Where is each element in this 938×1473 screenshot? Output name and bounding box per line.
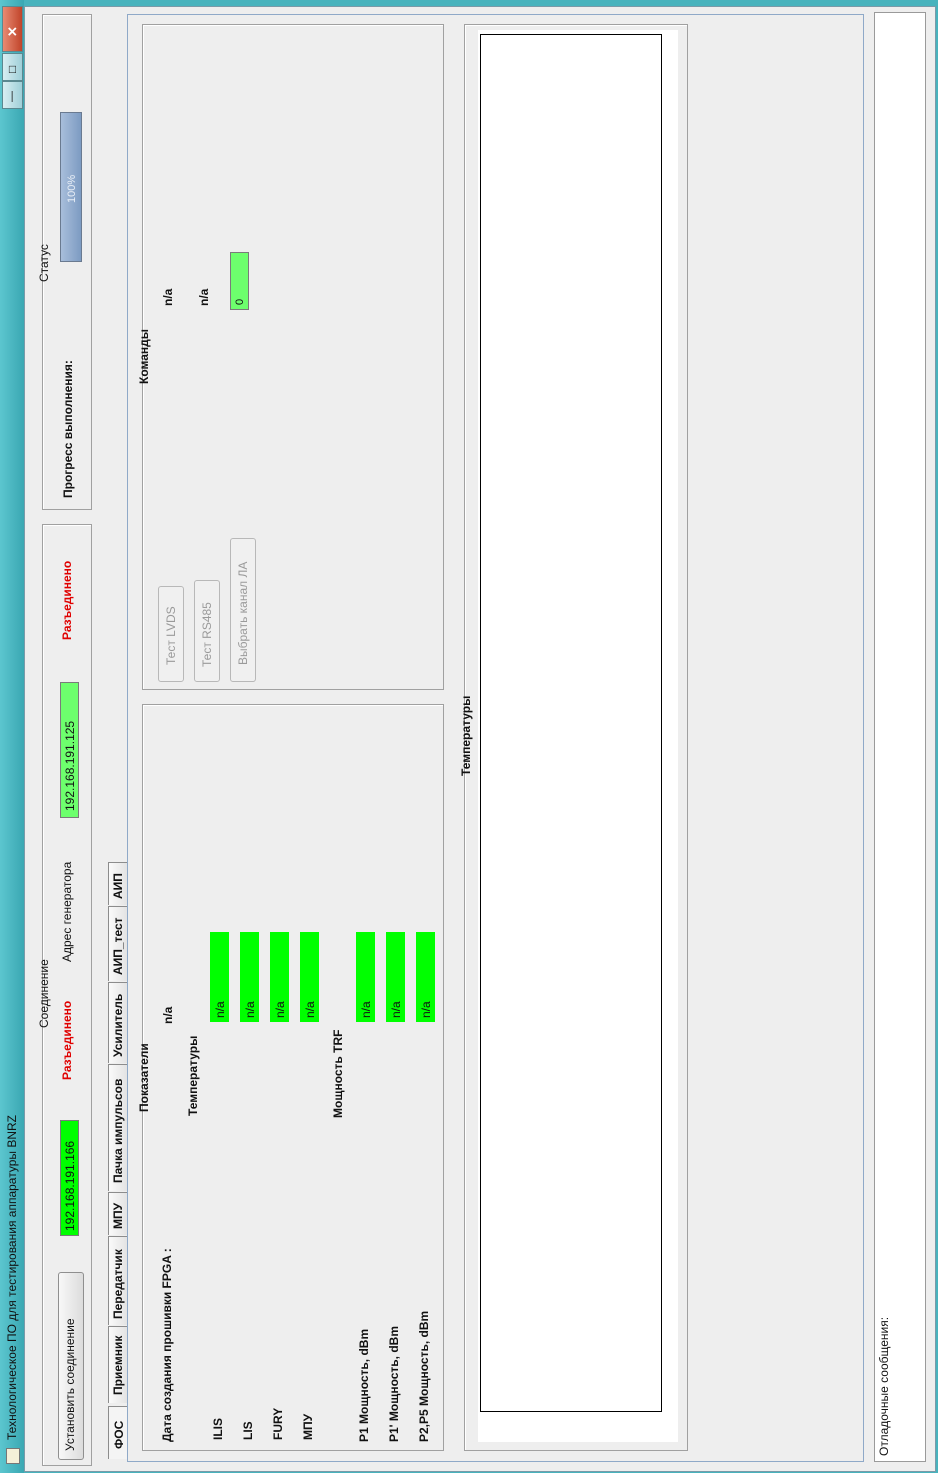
temp-value-lis: n/a: [240, 932, 259, 1022]
fpga-value: n/a: [161, 1006, 175, 1024]
tab-pulse-pack[interactable]: Пачка импульсов: [108, 1064, 129, 1191]
power-value-p1: n/a: [356, 932, 375, 1022]
tab-fos-label: ФОС: [112, 1420, 126, 1449]
app-icon: [6, 1448, 20, 1464]
status1-label: Разъединено: [60, 1000, 74, 1080]
tab-aip-test[interactable]: АИП_тест: [108, 906, 129, 981]
temp-name-ilis: ILIS: [211, 1417, 225, 1440]
tab-receiver[interactable]: Приемник: [108, 1326, 129, 1403]
rs485-result: n/a: [197, 288, 211, 306]
ip1-value: 192.168.191.166: [63, 1140, 77, 1231]
temp-name-fury: FURY: [271, 1407, 285, 1440]
status-heading: Статус: [37, 244, 51, 282]
tab-transmitter[interactable]: Передатчик: [108, 1236, 129, 1325]
debug-messages-area[interactable]: [874, 12, 926, 1462]
temp-name-mpu: МПУ: [301, 1413, 315, 1440]
progress-bar: 100%: [60, 112, 82, 262]
commands-heading: Команды: [137, 328, 151, 384]
temperatures-chart-plot: [480, 34, 662, 1412]
tab-amplifier[interactable]: Усилитель: [108, 982, 129, 1063]
fpga-label: Дата создания прошивки FPGA :: [160, 1248, 174, 1442]
channel-value: 0: [234, 298, 246, 305]
temps-heading: Температуры: [186, 1035, 200, 1116]
tab-amplifier-label: Усилитель: [111, 993, 125, 1057]
test-rs485-button[interactable]: Тест RS485: [194, 580, 220, 682]
tab-pulse-pack-label: Пачка импульсов: [111, 1078, 125, 1183]
choose-channel-label: Выбрать канал ЛА: [236, 561, 250, 665]
tab-mpu[interactable]: МПУ: [108, 1192, 129, 1235]
temp-value-fury-text: n/a: [273, 1001, 287, 1018]
tab-receiver-label: Приемник: [111, 1335, 125, 1395]
connection-heading: Соединение: [37, 959, 51, 1028]
power-value-p2p5-text: n/a: [419, 1001, 433, 1018]
status2-label: Разъединено: [60, 560, 74, 640]
progress-text: 100%: [66, 174, 78, 203]
minimize-icon: —: [6, 91, 18, 102]
ip2-value: 192.168.191.125: [63, 720, 77, 811]
temp-value-mpu: n/a: [300, 932, 319, 1022]
test-rs485-label: Тест RS485: [200, 602, 214, 667]
temp-value-ilis: n/a: [210, 932, 229, 1022]
close-icon: ✕: [5, 26, 20, 37]
temp-value-ilis-text: n/a: [213, 1001, 227, 1018]
power-name-p1: P1 Мощность, dBm: [357, 1328, 371, 1442]
commands-group: [142, 24, 444, 690]
lvds-result: n/a: [161, 288, 175, 306]
minimize-button[interactable]: —: [2, 81, 23, 109]
connect-button[interactable]: Установить соединение: [58, 1272, 84, 1460]
connect-button-label: Установить соединение: [63, 1318, 77, 1451]
temp-value-lis-text: n/a: [243, 1001, 257, 1018]
test-lvds-label: Тест LVDS: [164, 606, 178, 665]
power-name-p1prime: P1' Мощность, dBm: [387, 1326, 401, 1442]
temp-name-lis: LIS: [241, 1421, 255, 1440]
power-value-p1-text: n/a: [359, 1001, 373, 1018]
tab-mpu-label: МПУ: [111, 1202, 125, 1229]
temperatures-chart-heading: Температуры: [459, 695, 473, 776]
ip2-field[interactable]: 192.168.191.125: [60, 682, 79, 818]
window: Технологическое ПО для тестирования аппа…: [0, 0, 938, 1473]
power-name-p2p5: P2,P5 Мощность, dBm: [417, 1310, 431, 1442]
generator-label: Адрес генератора: [60, 861, 74, 962]
window-title: Технологическое ПО для тестирования аппа…: [5, 1115, 19, 1440]
tab-aip-label: АИП: [111, 873, 125, 899]
indicators-heading: Показатели: [137, 1043, 151, 1112]
power-value-p1prime-text: n/a: [389, 1001, 403, 1018]
temp-value-mpu-text: n/a: [303, 1001, 317, 1018]
choose-channel-button[interactable]: Выбрать канал ЛА: [230, 538, 256, 682]
test-lvds-button[interactable]: Тест LVDS: [158, 586, 184, 682]
progress-label: Прогресс выполнения:: [61, 360, 75, 498]
channel-field[interactable]: 0: [230, 252, 249, 310]
debug-messages-label: Отладочные сообщения:: [877, 1316, 891, 1456]
temp-value-fury: n/a: [270, 932, 289, 1022]
maximize-button[interactable]: □: [2, 53, 23, 81]
power-heading: Мощность TRF: [331, 1029, 345, 1118]
ip1-field[interactable]: 192.168.191.166: [60, 1120, 79, 1236]
tab-aip-test-label: АИП_тест: [111, 917, 125, 975]
tab-transmitter-label: Передатчик: [111, 1249, 125, 1319]
power-value-p1prime: n/a: [386, 932, 405, 1022]
close-button[interactable]: ✕: [2, 6, 23, 52]
tab-aip[interactable]: АИП: [108, 862, 129, 905]
maximize-icon: □: [5, 65, 19, 73]
power-value-p2p5: n/a: [416, 932, 435, 1022]
